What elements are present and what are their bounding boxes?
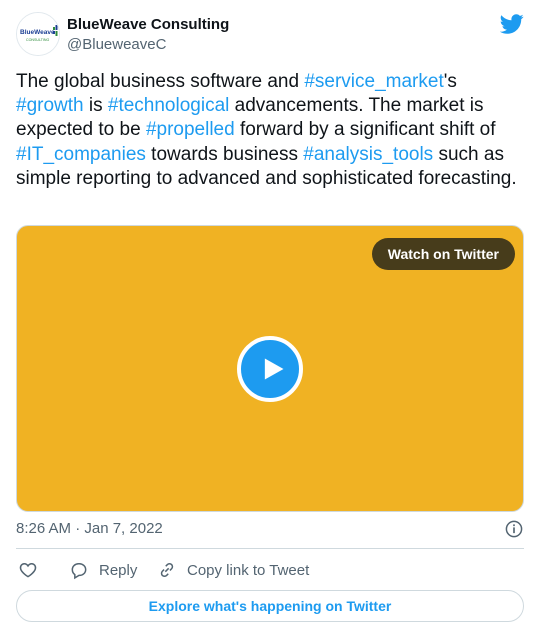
watch-on-twitter-button[interactable]: Watch on Twitter <box>371 238 515 270</box>
tweet-text-segment: is <box>83 95 108 117</box>
hashtag-link[interactable]: #service_market <box>304 71 443 92</box>
hashtag-link[interactable]: #IT_companies <box>16 144 146 165</box>
tweet-meta: 8:26 AM · Jan 7, 2022 <box>16 519 524 539</box>
avatar-logo-subtext: CONSULTING <box>26 38 49 42</box>
hashtag-link[interactable]: #technological <box>108 95 229 116</box>
action-bar: Reply Copy link to Tweet <box>16 558 524 582</box>
explore-twitter-button[interactable]: Explore what's happening on Twitter <box>16 590 524 622</box>
tweet-header: BlueWeave CONSULTING BlueWeave Consultin… <box>16 12 524 60</box>
link-icon <box>160 562 174 578</box>
tweet-text: The global business software and #servic… <box>16 70 524 191</box>
tweet-text-segment: 's <box>443 71 457 92</box>
hashtag-link[interactable]: #analysis_tools <box>303 144 433 165</box>
author-handle[interactable]: @BlueweaveC <box>67 35 229 55</box>
copy-link-button[interactable]: Copy link to Tweet <box>157 558 309 582</box>
avatar[interactable]: BlueWeave CONSULTING <box>16 12 60 56</box>
play-button[interactable] <box>237 336 303 402</box>
reply-button[interactable]: Reply <box>69 558 137 582</box>
divider <box>16 548 524 549</box>
video-media[interactable]: Watch on Twitter <box>16 225 524 512</box>
info-icon[interactable] <box>504 519 524 539</box>
tweet-text-segment: forward by a significant shift of <box>234 119 496 141</box>
heart-icon <box>19 562 37 578</box>
reply-icon <box>71 563 87 580</box>
twitter-bird-icon[interactable] <box>499 12 524 36</box>
reply-label: Reply <box>99 561 138 579</box>
like-button[interactable] <box>18 558 38 582</box>
tweet-embed: BlueWeave CONSULTING BlueWeave Consultin… <box>0 0 540 637</box>
author-info[interactable]: BlueWeave Consulting @BlueweaveC <box>67 15 229 55</box>
hashtag-link[interactable]: #growth <box>16 95 84 116</box>
copy-link-label: Copy link to Tweet <box>187 561 310 579</box>
play-icon <box>264 358 284 380</box>
hashtag-link[interactable]: #propelled <box>146 119 235 140</box>
tweet-text-segment: towards business <box>145 143 304 165</box>
author-name[interactable]: BlueWeave Consulting <box>67 15 229 35</box>
timestamp[interactable]: 8:26 AM · Jan 7, 2022 <box>16 520 163 537</box>
avatar-logo-text: BlueWeave <box>20 29 55 36</box>
tweet-text-segment: The global business software and <box>16 71 305 92</box>
